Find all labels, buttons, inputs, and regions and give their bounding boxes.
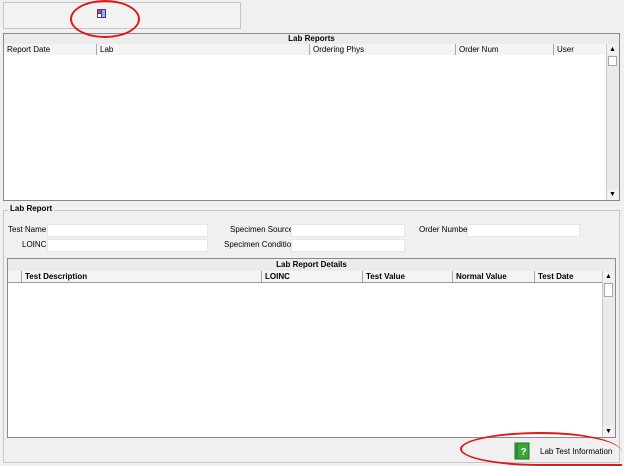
lab-report-details-scrollbar[interactable]: ▲ ▼: [602, 271, 615, 437]
annotation-oval-toolbar: [70, 0, 140, 38]
lab-reports-scrollbar[interactable]: ▲ ▼: [606, 44, 619, 200]
lab-reports-grid: Lab Reports Report Date Lab Ordering Phy…: [3, 33, 620, 201]
annotation-oval-lab-test: [460, 432, 622, 466]
column-header-ordering-phys[interactable]: Ordering Phys: [310, 44, 456, 55]
test-name-label: Test Name:: [8, 225, 49, 234]
column-header-order-num[interactable]: Order Num: [456, 44, 554, 55]
loinc-field[interactable]: [47, 239, 208, 252]
column-header-test-description[interactable]: Test Description: [22, 271, 262, 282]
column-header-normal-value[interactable]: Normal Value: [453, 271, 535, 282]
scroll-up-icon[interactable]: ▲: [607, 44, 618, 55]
column-header-loinc[interactable]: LOINC: [262, 271, 363, 282]
specimen-source-label: Specimen Source:: [230, 225, 296, 234]
order-number-label: Order Number:: [419, 225, 473, 234]
lab-report-details-header: Test Description LOINC Test Value Normal…: [8, 271, 603, 283]
lab-report-group-title: Lab Report: [8, 204, 55, 214]
scroll-down-icon[interactable]: ▼: [607, 189, 618, 200]
column-header-test-value[interactable]: Test Value: [363, 271, 453, 282]
scroll-up-icon[interactable]: ▲: [603, 271, 614, 282]
test-name-field[interactable]: [47, 224, 208, 237]
lab-reports-list[interactable]: [4, 55, 607, 200]
column-header-user[interactable]: User: [554, 44, 607, 55]
specimen-condition-field[interactable]: [291, 239, 405, 252]
column-header-test-date[interactable]: Test Date: [535, 271, 603, 282]
specimen-condition-label: Specimen Condition:: [224, 240, 298, 249]
scroll-thumb[interactable]: [608, 56, 617, 66]
loinc-label: LOINC:: [22, 240, 49, 249]
scroll-thumb[interactable]: [604, 283, 613, 297]
column-header-report-date[interactable]: Report Date: [4, 44, 97, 55]
column-header-lab[interactable]: Lab: [97, 44, 310, 55]
order-number-field[interactable]: [467, 224, 580, 237]
scroll-down-icon[interactable]: ▼: [603, 426, 614, 437]
specimen-source-field[interactable]: [291, 224, 405, 237]
lab-report-details-list[interactable]: [8, 283, 603, 437]
lab-report-details-grid: Lab Report Details Test Description LOIN…: [7, 258, 616, 438]
column-header-blank: [8, 271, 22, 282]
